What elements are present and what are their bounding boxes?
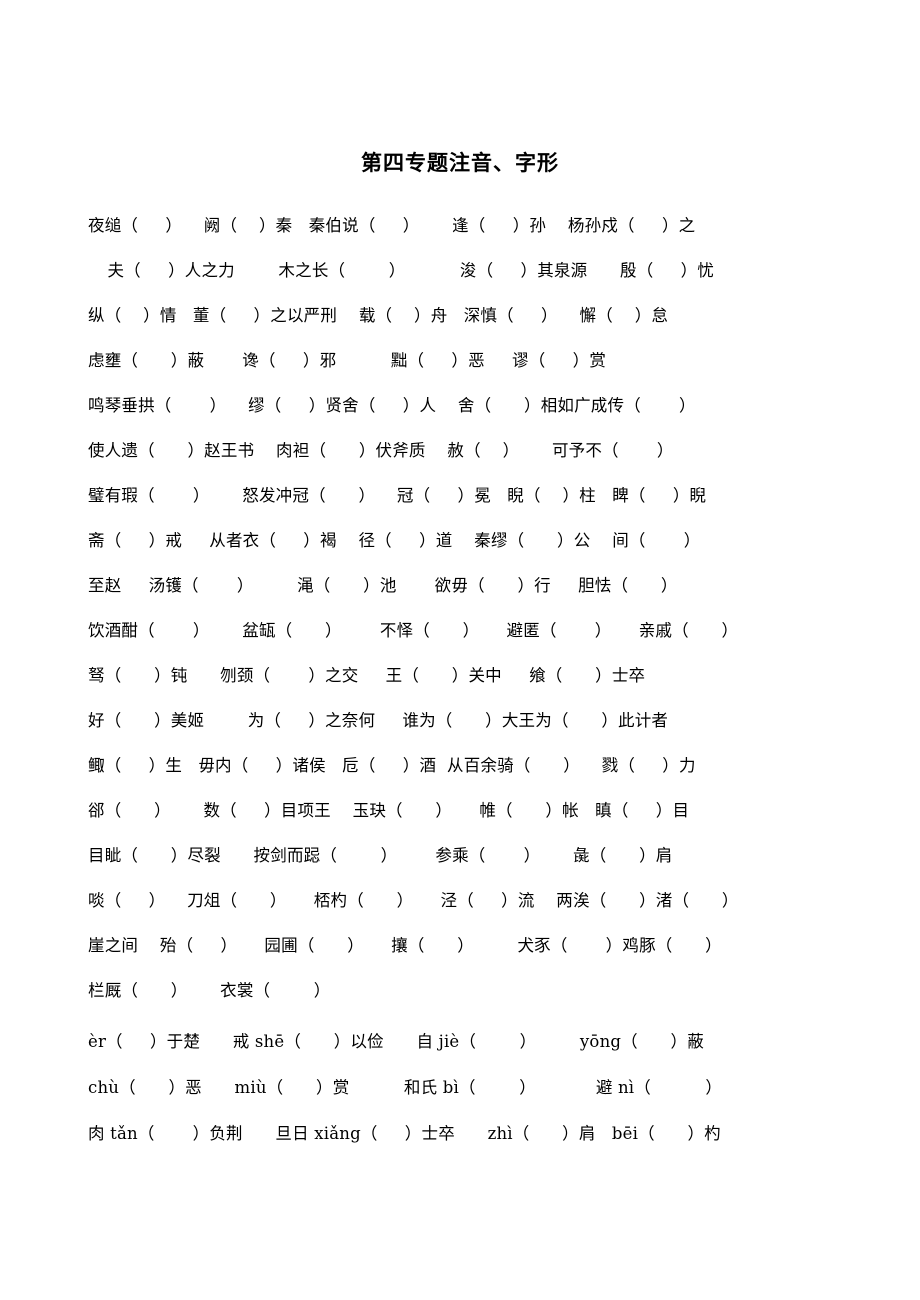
page-title: 第四专题注音、字形 [361,150,559,175]
exercise-line: 啖（ ） 刀俎（ ） 桮杓（ ） 泾（ ）流 两涘（ ）渚（ ） [88,891,739,911]
exercise-line: 璧有瑕（ ） 怒发冲冠（ ） 冠（ ）冕 睨（ ）柱 睥（ ）睨 [88,486,707,506]
exercise-line: 鲰（ ）生 毋内（ ）诸侯 卮（ ）酒 从百余骑（ ） 戮（ ）力 [88,756,696,776]
exercise-line: 崖之间 殆（ ） 园圃（ ） 攘（ ） 犬豕（ ）鸡豚（ ） [88,936,722,956]
exercise-line: 使人遗（ ）赵王书 肉袒（ ）伏斧质 赦（ ） 可予不（ ） [88,441,674,461]
hanzi-exercise-block: 夜缒（ ） 阙（ ）秦 秦伯说（ ） 逢（ ）孙 杨孙戍（ ）之 夫（ ）人之力… [0,203,920,1013]
exercise-line: 纵（ ）情 董（ ）之以严刑 载（ ）舟 深慎（ ） 懈（ ）怠 [88,306,669,326]
exercise-line: 夫（ ）人之力 木之长（ ） 浚（ ）其泉源 殷（ ）忧 [102,261,715,281]
exercise-line: 好（ ）美姬 为（ ）之奈何 谁为（ ）大王为（ ）此计者 [88,711,669,731]
exercise-line: 郤（ ） 数（ ）目项王 玉玦（ ） 帷（ ）帐 瞋（ ）目 [88,801,690,821]
exercise-line: 饮酒酣（ ） 盆缻（ ） 不怿（ ） 避匿（ ） 亲戚（ ） [88,621,739,641]
exercise-line: 至赵 汤镬（ ） 渑（ ）池 欲毋（ ）行 胆怯（ ） [88,576,678,596]
exercise-line: 鸣琴垂拱（ ） 缪（ ）贤舍（ ）人 舍（ ）相如广成传（ ） [88,396,696,416]
pinyin-exercise-block: èr（ ）于楚 戒 shē（ ）以俭 自 jiè（ ） yōng（ ）蔽 chù… [0,1019,920,1157]
exercise-line: 斋（ ）戒 从者衣（ ）褐 径（ ）道 秦缪（ ）公 间（ ） [88,531,701,551]
pinyin-line: èr（ ）于楚 戒 shē（ ）以俭 自 jiè（ ） yōng（ ）蔽 [88,1032,704,1052]
pinyin-line: chù（ ）恶 miù（ ）赏 和氏 bì（ ） 避 nì（ ） [88,1078,723,1098]
exercise-line: 驽（ ）钝 刎颈（ ）之交 王（ ）关中 飨（ ）士卒 [88,666,646,686]
exercise-line: 虑壅（ ）蔽 谗（ ）邪 黜（ ）恶 谬（ ）赏 [88,351,607,371]
exercise-line: 目眦（ ）尽裂 按剑而跽（ ） 参乘（ ） 彘（ ）肩 [88,846,673,866]
exercise-line: 栏厩（ ） 衣裳（ ） [88,981,331,1001]
exercise-line: 夜缒（ ） 阙（ ）秦 秦伯说（ ） 逢（ ）孙 杨孙戍（ ）之 [88,216,696,236]
document-page: 第四专题注音、字形 夜缒（ ） 阙（ ）秦 秦伯说（ ） 逢（ ）孙 杨孙戍（ … [0,0,920,1300]
pinyin-line: 肉 tǎn（ ）负荆 旦日 xiǎng（ ）士卒 zhì（ ）肩 bēi（ ）杓 [88,1124,721,1144]
